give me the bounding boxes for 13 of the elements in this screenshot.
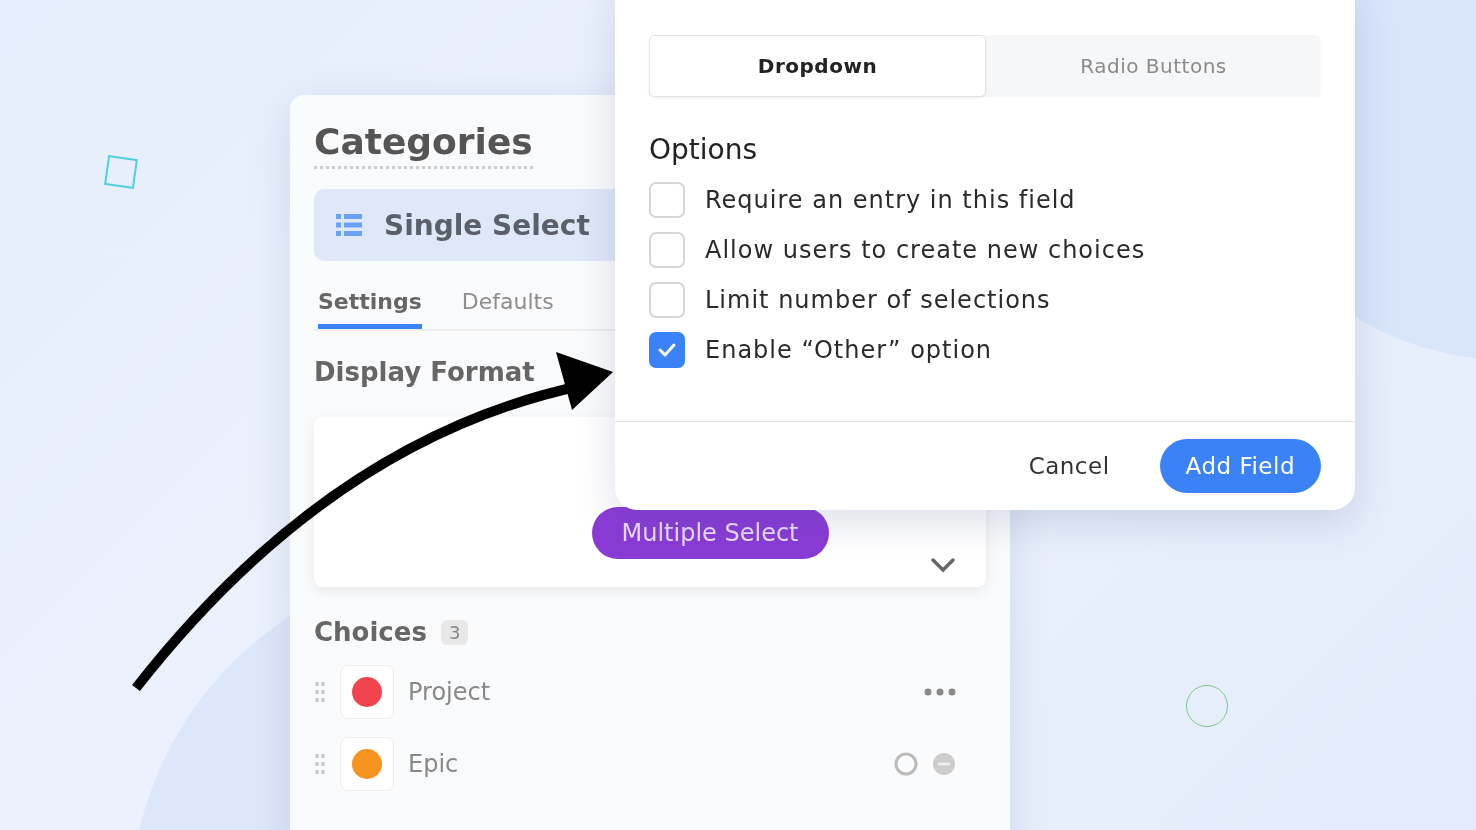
choice-label: Project xyxy=(408,678,491,706)
option-label: Require an entry in this field xyxy=(705,186,1076,214)
format-tag: Multiple Select xyxy=(591,507,829,559)
section-heading: Display Format xyxy=(314,357,536,387)
count-badge: 3 xyxy=(440,619,469,645)
choice-label: Epic xyxy=(408,750,459,778)
option-label: Enable “Other” option xyxy=(705,336,993,364)
section-heading: Choices xyxy=(314,617,427,647)
field-type-label: Single Select xyxy=(384,208,590,242)
option-label: Allow users to create new choices xyxy=(705,236,1146,264)
field-name: Categories xyxy=(314,121,533,169)
section-heading: Options xyxy=(649,133,758,166)
option-label: Limit number of selections xyxy=(705,286,1051,314)
